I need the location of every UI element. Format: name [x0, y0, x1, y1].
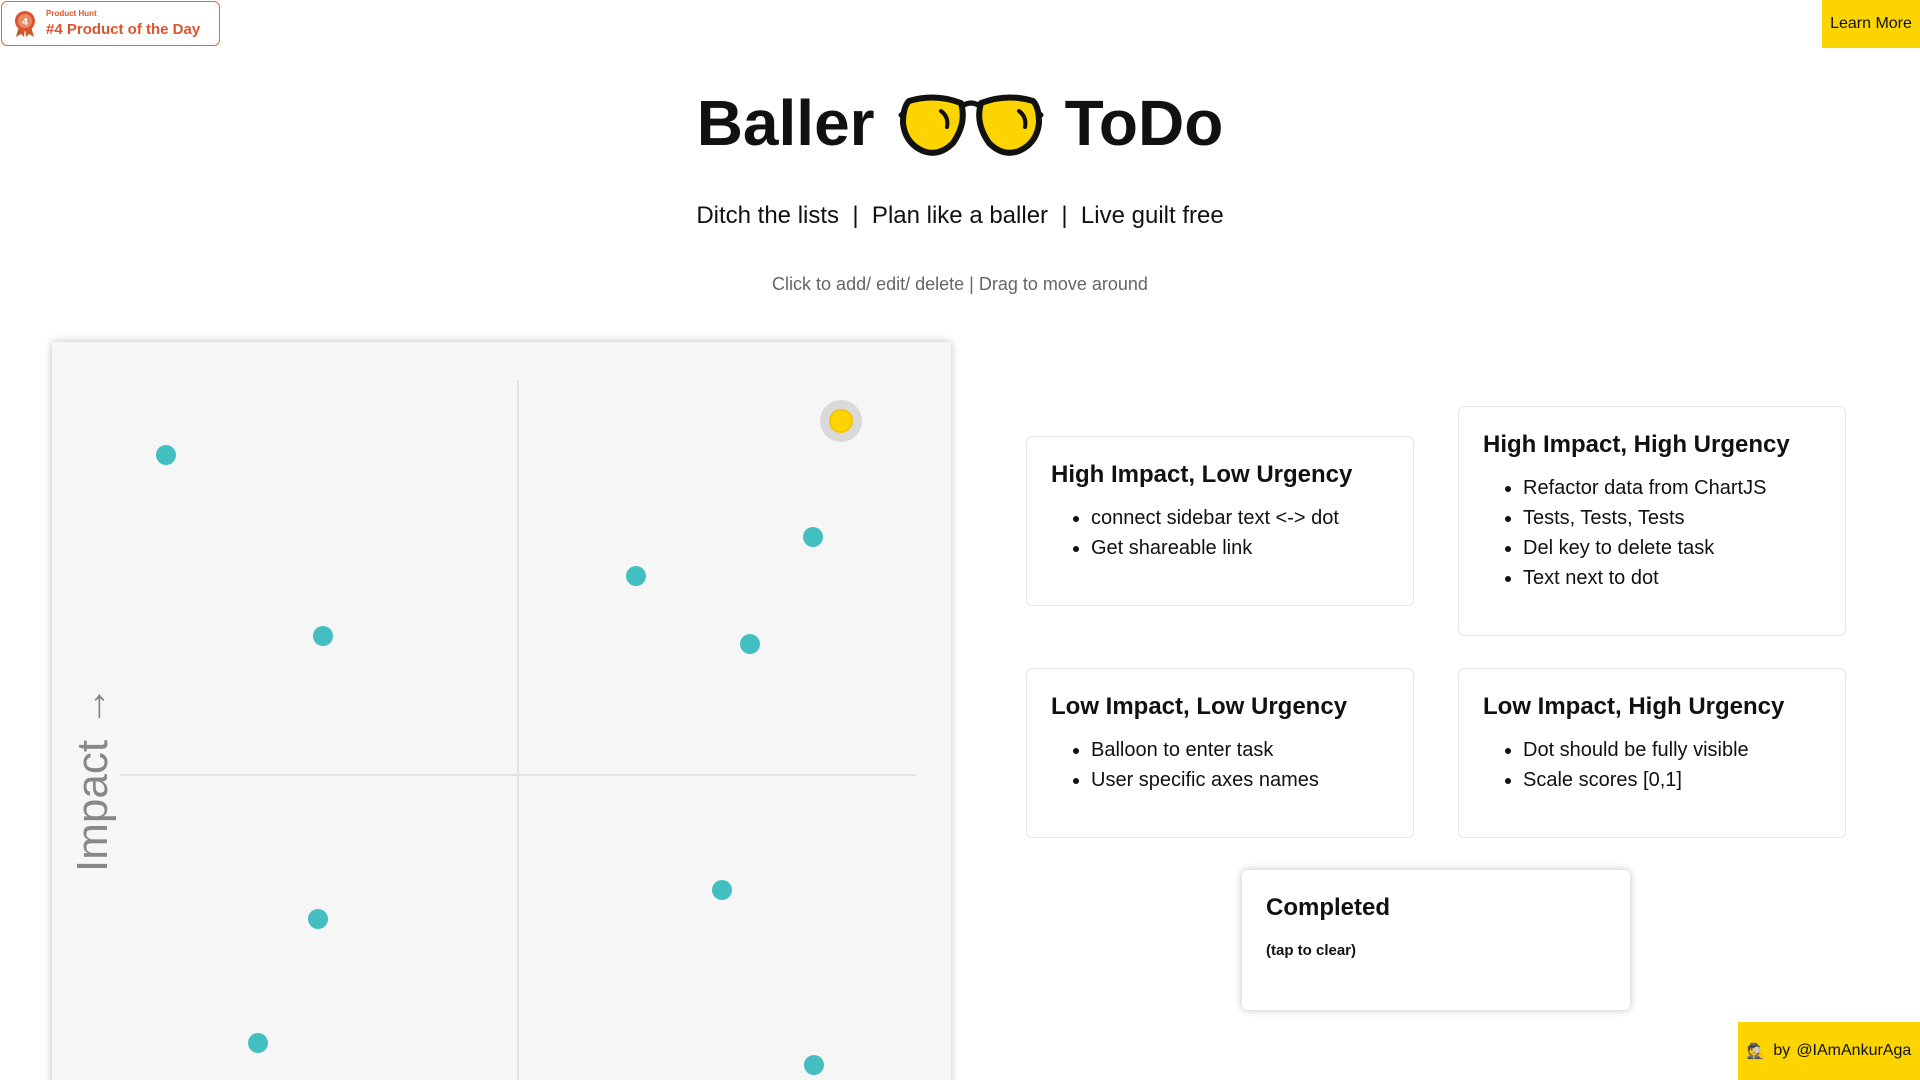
badge-small-label: Product Hunt [46, 9, 97, 18]
task-dot[interactable] [804, 1055, 824, 1075]
vertical-axis-line [517, 380, 519, 1080]
arrow-icon: → [70, 685, 115, 726]
tagline: Ditch the lists | Plan like a baller | L… [696, 202, 1224, 229]
detective-icon: 🕵 [1746, 1043, 1766, 1060]
author-prefix: by [1773, 1042, 1791, 1059]
eisenhower-matrix[interactable]: Impact → [52, 342, 951, 1080]
completed-panel[interactable]: Completed (tap to clear) [1242, 870, 1630, 1010]
quadrant-low-impact-high-urgency: Low Impact, High Urgency Dot should be f… [1458, 668, 1846, 838]
task-list: Dot should be fully visible Scale scores… [1483, 735, 1821, 795]
impact-axis-label: Impact → [68, 686, 118, 872]
clear-completed-hint[interactable]: (tap to clear) [1266, 942, 1606, 959]
list-item[interactable]: connect sidebar text <-> dot [1091, 503, 1389, 533]
svg-text:4: 4 [22, 17, 28, 28]
badge-rank-label: #4 Product of the Day [46, 21, 201, 38]
quadrant-high-impact-high-urgency: High Impact, High Urgency Refactor data … [1458, 406, 1846, 636]
horizontal-axis-line [120, 774, 916, 776]
task-dot[interactable] [308, 909, 328, 929]
impact-axis-text: Impact [68, 739, 117, 872]
sunglasses-icon [898, 94, 1044, 156]
task-dot[interactable] [156, 445, 176, 465]
quadrant-high-impact-low-urgency: High Impact, Low Urgency connect sidebar… [1026, 436, 1414, 606]
list-item[interactable]: Balloon to enter task [1091, 735, 1389, 765]
selected-dot-core [829, 409, 853, 433]
list-item[interactable]: Del key to delete task [1523, 533, 1821, 563]
title-left: Baller [696, 87, 875, 159]
list-item[interactable]: Refactor data from ChartJS [1523, 473, 1821, 503]
completed-title: Completed [1266, 894, 1391, 921]
task-list: Balloon to enter task User specific axes… [1051, 735, 1389, 795]
task-list: connect sidebar text <-> dot Get shareab… [1051, 503, 1389, 563]
usage-hint: Click to add/ edit/ delete | Drag to mov… [772, 274, 1148, 294]
quadrant-title: High Impact, High Urgency [1483, 431, 1790, 458]
list-item[interactable]: Text next to dot [1523, 563, 1821, 593]
badge-text: Product Hunt #4 Product of the Day [46, 9, 201, 38]
task-dot[interactable] [313, 626, 333, 646]
task-dot[interactable] [626, 566, 646, 586]
task-dot[interactable] [248, 1033, 268, 1053]
list-item[interactable]: Get shareable link [1091, 533, 1389, 563]
quadrant-low-impact-low-urgency: Low Impact, Low Urgency Balloon to enter… [1026, 668, 1414, 838]
page-title: Baller ToDo [0, 84, 1920, 162]
author-handle: @IAmAnkurAga [1796, 1042, 1912, 1059]
medal-icon: 4 [15, 10, 35, 37]
learn-more-button[interactable]: Learn More [1822, 0, 1920, 48]
task-dot[interactable] [740, 634, 760, 654]
list-item[interactable]: Scale scores [0,1] [1523, 765, 1821, 795]
author-link[interactable]: 🕵 by @IAmAnkurAga [1738, 1022, 1920, 1080]
selected-task-dot[interactable] [820, 400, 862, 442]
task-dot[interactable] [803, 527, 823, 547]
quadrant-title: Low Impact, High Urgency [1483, 693, 1785, 720]
task-dot[interactable] [712, 880, 732, 900]
list-item[interactable]: Tests, Tests, Tests [1523, 503, 1821, 533]
list-item[interactable]: User specific axes names [1091, 765, 1389, 795]
task-list: Refactor data from ChartJS Tests, Tests,… [1483, 473, 1821, 593]
page: 4 Product Hunt #4 Product of the Day Lea… [0, 0, 1920, 1080]
quadrant-title: High Impact, Low Urgency [1051, 461, 1353, 488]
title-right: ToDo [1064, 87, 1224, 159]
list-item[interactable]: Dot should be fully visible [1523, 735, 1821, 765]
product-hunt-badge[interactable]: 4 Product Hunt #4 Product of the Day [1, 1, 220, 46]
quadrant-title: Low Impact, Low Urgency [1051, 693, 1348, 720]
